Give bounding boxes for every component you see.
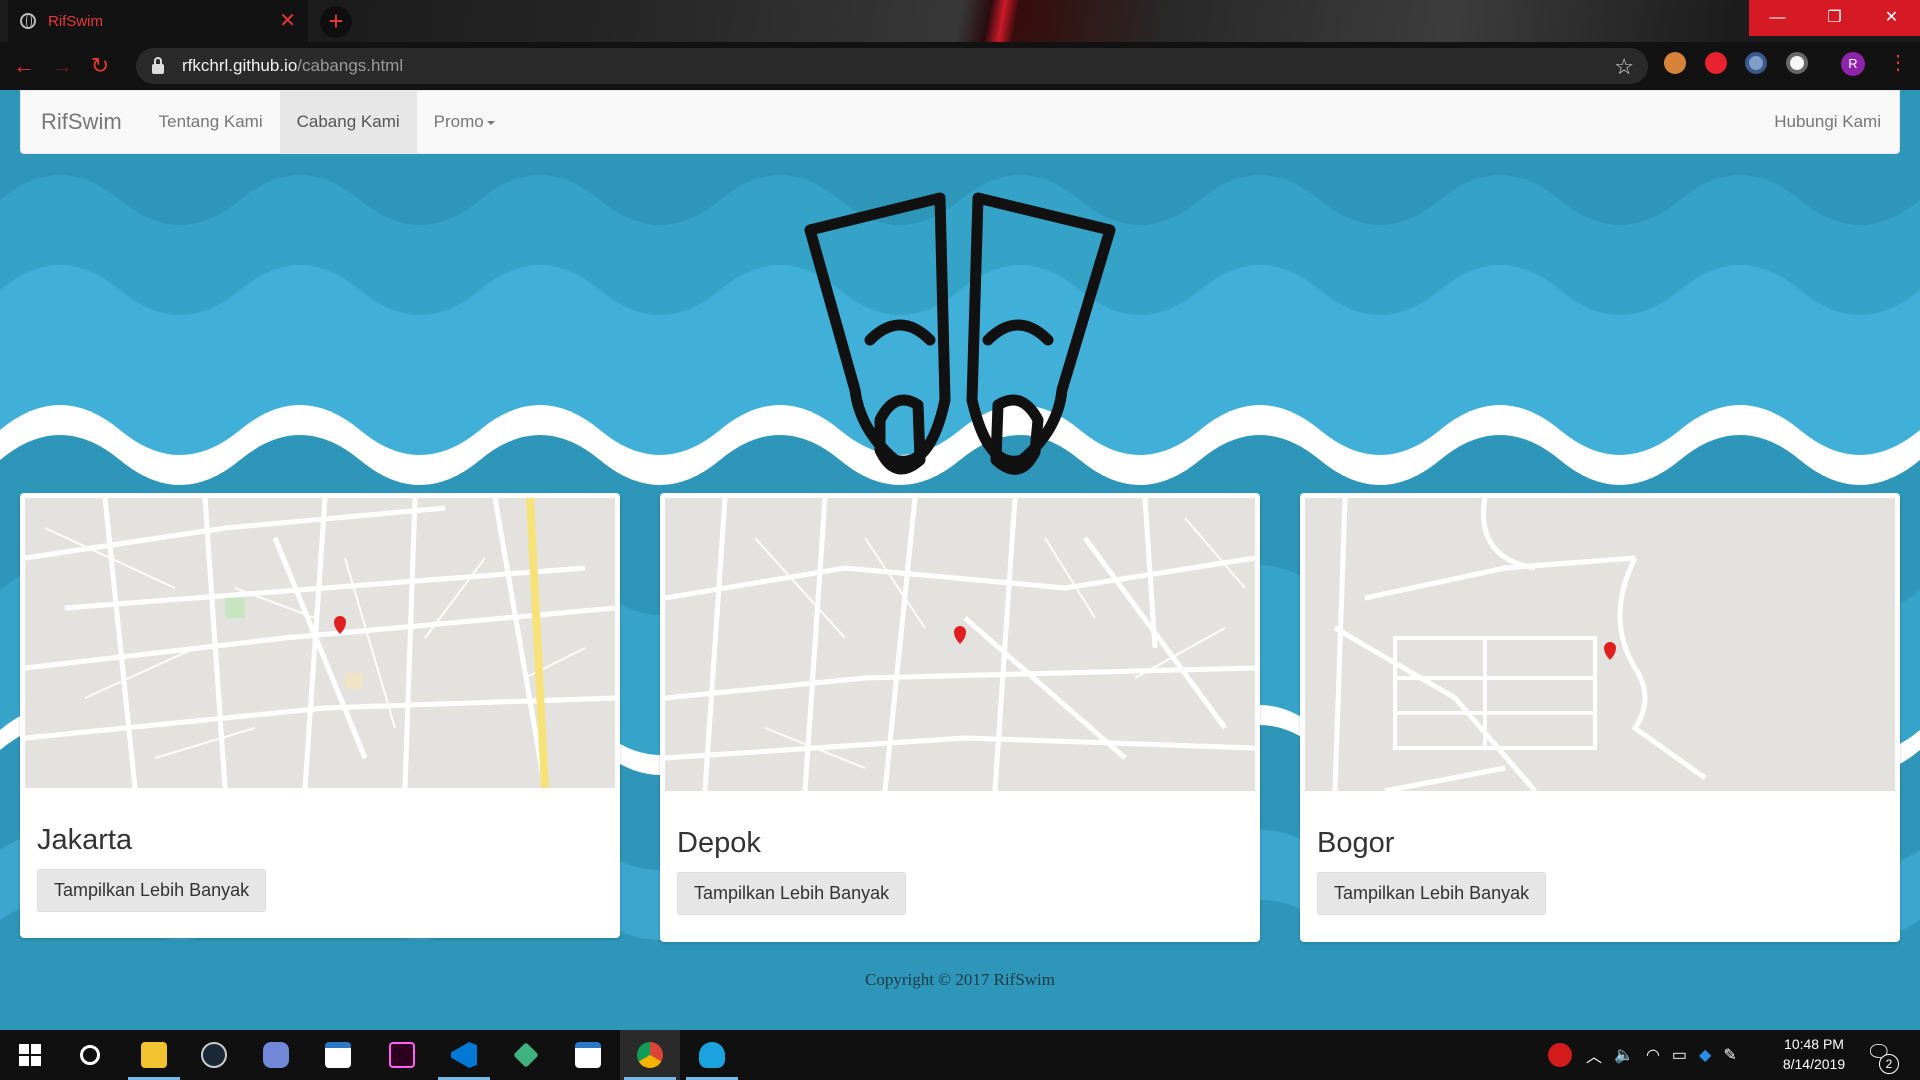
card-title-jakarta: Jakarta bbox=[37, 824, 133, 856]
branch-card-jakarta: Jakarta Tampilkan Lebih Banyak bbox=[20, 493, 620, 938]
nav-promo-label: Promo bbox=[433, 112, 484, 131]
extension-adblock-icon[interactable] bbox=[1705, 52, 1727, 74]
cortana-icon bbox=[80, 1045, 100, 1065]
volume-icon[interactable]: 🔈 bbox=[1614, 1045, 1634, 1065]
card-title-bogor: Bogor bbox=[1317, 827, 1395, 859]
show-more-button-bogor[interactable]: Tampilkan Lebih Banyak bbox=[1317, 872, 1547, 915]
bookmark-star-icon[interactable]: ☆ bbox=[1614, 54, 1634, 80]
sourcetree-icon bbox=[513, 1042, 539, 1068]
taskbar-adobe-xd[interactable] bbox=[372, 1030, 432, 1080]
theme-background bbox=[330, 0, 1730, 42]
tab-close-icon[interactable]: ✕ bbox=[279, 11, 296, 31]
lock-icon bbox=[152, 56, 164, 74]
browser-tab[interactable]: RifSwim ✕ bbox=[8, 0, 308, 42]
taskbar-discord[interactable] bbox=[246, 1030, 306, 1080]
discord-icon bbox=[263, 1042, 289, 1068]
windows-taskbar: ︿ 🔈 ◠ ▭ ◆ ✎ 10:48 PM 8/14/2019 🗨 2 bbox=[0, 1030, 1920, 1080]
battery-icon[interactable]: ▭ bbox=[1672, 1045, 1687, 1065]
site-footer: Copyright © 2017 RifSwim bbox=[864, 970, 1055, 989]
close-window-button[interactable]: ✕ bbox=[1863, 0, 1920, 36]
minimize-button[interactable]: — bbox=[1749, 0, 1806, 36]
cortana-button[interactable] bbox=[60, 1030, 120, 1080]
url-host: rfkchrl.github.io bbox=[182, 56, 298, 75]
wifi-icon[interactable]: ◠ bbox=[1646, 1045, 1660, 1065]
taskbar-file-explorer[interactable] bbox=[124, 1030, 184, 1080]
chrome-icon bbox=[637, 1042, 663, 1068]
site-navbar: RifSwim Tentang Kami Cabang Kami Promo H… bbox=[20, 90, 1900, 154]
chrome-menu-icon[interactable]: ⋮ bbox=[1888, 52, 1908, 74]
globe-icon bbox=[20, 13, 36, 29]
url-path: /cabangs.html bbox=[297, 56, 404, 75]
nav-cabang-kami[interactable]: Cabang Kami bbox=[279, 91, 417, 153]
start-button[interactable] bbox=[0, 1030, 60, 1080]
dropbox-icon[interactable]: ◆ bbox=[1699, 1045, 1711, 1065]
maximize-button[interactable]: ❐ bbox=[1806, 0, 1863, 36]
nav-promo-dropdown[interactable]: Promo bbox=[417, 91, 512, 153]
system-tray: ︿ 🔈 ◠ ▭ ◆ ✎ bbox=[1548, 1030, 1737, 1080]
nav-tentang-kami[interactable]: Tentang Kami bbox=[142, 91, 280, 153]
nav-hubungi-kami[interactable]: Hubungi Kami bbox=[1756, 91, 1899, 153]
card-title-depok: Depok bbox=[677, 827, 761, 859]
back-button[interactable]: ← bbox=[10, 52, 38, 80]
map-jakarta[interactable] bbox=[25, 498, 615, 788]
vscode-icon bbox=[451, 1042, 477, 1068]
window-app-icon bbox=[575, 1042, 601, 1068]
taskbar-window-app-2[interactable] bbox=[558, 1030, 618, 1080]
taskbar-swim-app[interactable] bbox=[682, 1030, 742, 1080]
clock-time: 10:48 PM bbox=[1784, 1036, 1844, 1052]
window-app-icon bbox=[325, 1042, 351, 1068]
steam-icon bbox=[201, 1042, 227, 1068]
browser-toolbar: ← → ↻ rfkchrl.github.io/cabangs.html ☆ bbox=[0, 42, 1920, 90]
droplet-icon bbox=[699, 1042, 725, 1068]
chevron-up-icon[interactable]: ︿ bbox=[1586, 1043, 1602, 1067]
pen-icon[interactable]: ✎ bbox=[1723, 1045, 1736, 1065]
taskbar-vscode[interactable] bbox=[434, 1030, 494, 1080]
branch-card-bogor: Bogor Tampilkan Lebih Banyak bbox=[1300, 493, 1900, 942]
profile-avatar[interactable]: R bbox=[1841, 52, 1865, 76]
new-tab-button[interactable]: + bbox=[320, 6, 352, 38]
extension-ring-icon[interactable] bbox=[1786, 52, 1808, 74]
windows-logo-icon bbox=[19, 1044, 41, 1066]
caret-down-icon bbox=[486, 121, 495, 125]
taskbar-clock[interactable]: 10:48 PM 8/14/2019 bbox=[1762, 1034, 1866, 1074]
taskbar-window-app[interactable] bbox=[308, 1030, 368, 1080]
forward-button[interactable]: → bbox=[48, 52, 76, 80]
taskbar-steam[interactable] bbox=[184, 1030, 244, 1080]
folder-icon bbox=[141, 1042, 167, 1068]
map-bogor[interactable] bbox=[1305, 498, 1895, 791]
page-viewport: RifSwim Tentang Kami Cabang Kami Promo H… bbox=[0, 90, 1920, 1030]
taskbar-chrome[interactable] bbox=[620, 1030, 680, 1080]
notification-count: 2 bbox=[1879, 1054, 1899, 1074]
extension-circle-icon[interactable] bbox=[1745, 52, 1767, 74]
antivirus-icon[interactable] bbox=[1548, 1043, 1572, 1067]
show-more-button-jakarta[interactable]: Tampilkan Lebih Banyak bbox=[37, 869, 267, 912]
branch-card-depok: Depok Tampilkan Lebih Banyak bbox=[660, 493, 1260, 942]
reload-button[interactable]: ↻ bbox=[86, 52, 114, 80]
clock-date: 8/14/2019 bbox=[1782, 1056, 1846, 1072]
site-brand[interactable]: RifSwim bbox=[21, 91, 142, 153]
extension-cookie-icon[interactable] bbox=[1664, 52, 1686, 74]
map-depok[interactable] bbox=[665, 498, 1255, 791]
adobe-xd-icon bbox=[389, 1042, 415, 1068]
taskbar-sourcetree[interactable] bbox=[496, 1030, 556, 1080]
browser-titlebar: RifSwim ✕ + — ❐ ✕ bbox=[0, 0, 1920, 42]
show-more-button-depok[interactable]: Tampilkan Lebih Banyak bbox=[677, 872, 907, 915]
address-bar[interactable]: rfkchrl.github.io/cabangs.html ☆ bbox=[136, 48, 1648, 84]
tab-title: RifSwim bbox=[48, 12, 103, 30]
